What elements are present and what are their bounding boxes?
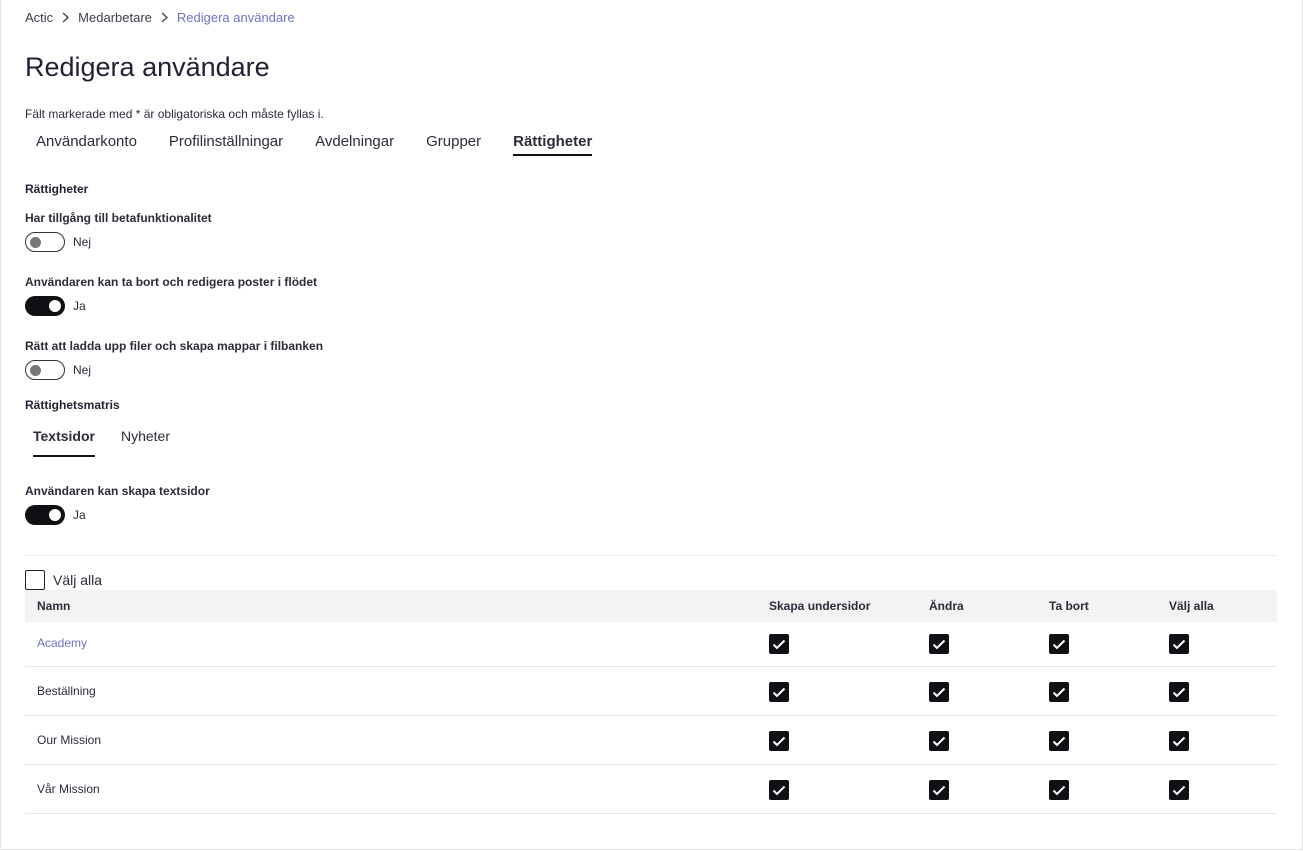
checkbox-skapa-undersidor[interactable] — [769, 682, 789, 702]
chevron-right-icon — [62, 12, 70, 23]
file-upload-toggle[interactable] — [25, 360, 65, 380]
file-upload-toggle-row: Nej — [25, 360, 91, 380]
beta-access-label: Har tillgång till betafunktionalitet — [25, 211, 212, 225]
checkmark-icon — [772, 736, 786, 746]
select-all-row: Välj alla — [25, 570, 102, 590]
file-upload-state: Nej — [73, 363, 92, 377]
page-title: Redigera användare — [25, 52, 270, 82]
required-fields-note: Fält markerade med * är obligatoriska oc… — [25, 107, 324, 121]
checkmark-icon — [1172, 687, 1186, 697]
checkmark-icon — [1052, 736, 1066, 746]
tab-profilinstallningar[interactable]: Profilinställningar — [169, 130, 283, 156]
breadcrumb-actic[interactable]: Actic — [25, 10, 53, 25]
column-header-valj-alla: Välj alla — [1169, 599, 1214, 613]
checkbox-valj-alla-row[interactable] — [1169, 682, 1189, 702]
checkmark-icon — [1172, 736, 1186, 746]
checkbox-andra[interactable] — [929, 634, 949, 654]
checkbox-ta-bort[interactable] — [1049, 682, 1069, 702]
toggle-knob — [49, 300, 61, 312]
checkbox-skapa-undersidor[interactable] — [769, 780, 789, 800]
select-all-label: Välj alla — [53, 572, 103, 588]
checkbox-ta-bort[interactable] — [1049, 634, 1069, 654]
file-upload-label: Rätt att ladda upp filer och skapa mappa… — [25, 339, 324, 353]
subtab-nyheter[interactable]: Nyheter — [121, 428, 170, 455]
column-header-ta-bort: Ta bort — [1049, 599, 1089, 613]
tab-bar: Användarkonto Profilinställningar Avdeln… — [25, 130, 603, 156]
edit-feed-toggle-row: Ja — [25, 296, 86, 316]
create-pages-state: Ja — [73, 508, 86, 522]
edit-feed-toggle[interactable] — [25, 296, 65, 316]
checkbox-andra[interactable] — [929, 682, 949, 702]
checkmark-icon — [1052, 687, 1066, 697]
toggle-knob — [30, 365, 41, 376]
row-name: Vår Mission — [37, 782, 100, 796]
create-pages-toggle-row: Ja — [25, 505, 86, 525]
breadcrumb-current: Redigera användare — [176, 10, 295, 25]
checkbox-ta-bort[interactable] — [1049, 731, 1069, 751]
breadcrumb: Actic Medarbetare Redigera användare — [25, 10, 295, 25]
checkmark-icon — [932, 785, 946, 795]
checkbox-skapa-undersidor[interactable] — [769, 634, 789, 654]
row-name: Beställning — [37, 684, 96, 698]
checkmark-icon — [1052, 785, 1066, 795]
checkmark-icon — [932, 639, 946, 649]
toggle-knob — [49, 509, 61, 521]
checkbox-skapa-undersidor[interactable] — [769, 731, 789, 751]
checkbox-andra[interactable] — [929, 731, 949, 751]
permissions-heading: Rättigheter — [25, 182, 89, 196]
chevron-right-icon — [161, 12, 168, 23]
checkmark-icon — [1052, 639, 1066, 649]
permissions-table: Namn Skapa undersidor Ändra Ta bort Välj… — [25, 590, 1277, 814]
checkbox-andra[interactable] — [929, 780, 949, 800]
create-pages-toggle[interactable] — [25, 505, 65, 525]
matrix-heading: Rättighetsmatris — [25, 398, 120, 412]
checkmark-icon — [1172, 785, 1186, 795]
beta-access-state: Nej — [73, 235, 92, 249]
divider — [25, 555, 1277, 556]
checkmark-icon — [772, 785, 786, 795]
checkbox-valj-alla-row[interactable] — [1169, 780, 1189, 800]
matrix-subtab-bar: Textsidor Nyheter — [33, 428, 170, 457]
edit-feed-label: Användaren kan ta bort och redigera post… — [25, 275, 318, 289]
breadcrumb-medarbetare[interactable]: Medarbetare — [78, 10, 152, 25]
select-all-checkbox[interactable] — [25, 570, 45, 590]
checkbox-valj-alla-row[interactable] — [1169, 634, 1189, 654]
edit-feed-state: Ja — [73, 299, 86, 313]
beta-access-toggle[interactable] — [25, 232, 65, 252]
tab-avdelningar[interactable]: Avdelningar — [315, 130, 394, 156]
tab-rattigheter[interactable]: Rättigheter — [513, 130, 593, 156]
table-header: Namn Skapa undersidor Ändra Ta bort Välj… — [25, 590, 1277, 622]
subtab-textsidor[interactable]: Textsidor — [33, 428, 95, 457]
column-header-andra: Ändra — [929, 599, 964, 613]
column-header-namn: Namn — [37, 599, 71, 613]
checkmark-icon — [932, 736, 946, 746]
table-row: Academy — [25, 622, 1277, 667]
toggle-knob — [30, 237, 41, 248]
checkmark-icon — [772, 639, 786, 649]
table-row: Our Mission — [25, 716, 1277, 765]
checkmark-icon — [1172, 639, 1186, 649]
checkmark-icon — [932, 687, 946, 697]
tab-anvandarkonto[interactable]: Användarkonto — [36, 130, 137, 156]
checkbox-ta-bort[interactable] — [1049, 780, 1069, 800]
tab-grupper[interactable]: Grupper — [426, 130, 481, 156]
column-header-skapa-undersidor: Skapa undersidor — [769, 599, 871, 613]
checkbox-valj-alla-row[interactable] — [1169, 731, 1189, 751]
create-pages-label: Användaren kan skapa textsidor — [25, 484, 210, 498]
table-row: Beställning — [25, 667, 1277, 716]
checkmark-icon — [772, 687, 786, 697]
row-name: Our Mission — [37, 733, 102, 747]
table-row: Vår Mission — [25, 765, 1277, 814]
beta-access-toggle-row: Nej — [25, 232, 91, 252]
row-name-link[interactable]: Academy — [37, 636, 87, 650]
